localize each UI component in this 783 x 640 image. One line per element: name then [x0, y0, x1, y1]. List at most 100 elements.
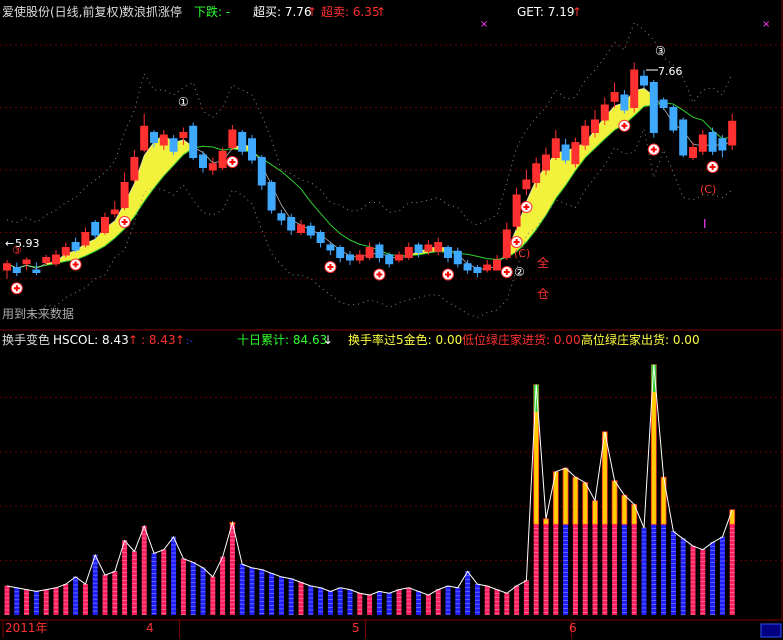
- turnover-bar: [298, 582, 304, 615]
- candle-body: [600, 104, 609, 121]
- turnover-bar: [484, 585, 490, 615]
- turnover-bar: [141, 525, 147, 615]
- turnover-bar: [278, 576, 284, 615]
- turnover-bar-base: [582, 524, 588, 615]
- turnover-bar: [680, 538, 686, 616]
- candle: [218, 147, 227, 170]
- candle-body: [365, 247, 374, 258]
- position-label: 仓: [537, 287, 549, 301]
- full-position-label: 全: [537, 255, 549, 270]
- turnover-bar-base: [504, 593, 510, 615]
- buy-marker: [373, 268, 386, 281]
- candle-body: [630, 69, 639, 108]
- turnover-bar: [621, 494, 628, 615]
- month-label-may: 5: [352, 621, 360, 635]
- sell-label: 超卖: 6.35: [321, 4, 380, 19]
- year-label: 2011年: [5, 621, 48, 635]
- turnover-bar-base: [641, 527, 647, 615]
- candle-body: [52, 254, 60, 265]
- turnover-bar: [386, 592, 392, 615]
- down-label: 下跌: -: [194, 4, 230, 19]
- candle-body: [355, 254, 364, 261]
- turnover-bar: [92, 554, 98, 615]
- candle: [189, 122, 198, 160]
- lower-indicator-name: 换手变色: [2, 332, 50, 347]
- get-label: GET: 7.19: [517, 5, 574, 19]
- turnover-bar: [190, 562, 196, 615]
- up-arrow-icon: ↑: [175, 333, 185, 347]
- turnover-bar-base: [543, 524, 549, 615]
- turnover-bar-base: [602, 524, 608, 615]
- candle-body: [385, 254, 394, 265]
- turnover-bar-base: [700, 549, 706, 615]
- candle-body: [620, 94, 629, 111]
- cross-marker-icon: ×: [762, 19, 770, 30]
- candle-body: [395, 254, 403, 261]
- candle-body: [287, 217, 296, 231]
- turnover-bar: [102, 574, 108, 615]
- candle-body: [71, 242, 80, 251]
- candle-body: [375, 244, 384, 258]
- turnover-bar: [435, 589, 441, 615]
- turnover-bar-base: [367, 595, 373, 615]
- turnover-bar: [523, 580, 529, 615]
- turnover-bar: [269, 572, 275, 615]
- turnover-bar: [249, 567, 255, 615]
- turnover-bar: [719, 536, 725, 615]
- scroll-button[interactable]: [760, 623, 782, 638]
- turnover-bar-base: [171, 537, 177, 615]
- turnover-bar: [700, 549, 706, 615]
- candle: [248, 135, 256, 164]
- low-price-arrow-icon: ←: [5, 237, 14, 250]
- turnover-bar-base: [82, 584, 88, 615]
- turnover-bar: [650, 364, 657, 615]
- buy-marker: [500, 266, 513, 278]
- turnover-bar: [474, 583, 480, 615]
- turnover-bar-base: [445, 585, 451, 615]
- turnover-bar-gold: [543, 518, 549, 525]
- buy-marker: [118, 216, 131, 228]
- candle-body: [718, 138, 727, 151]
- turnover-bar-gold: [621, 494, 628, 525]
- over5-label: 换手率过5金色: 0.00: [348, 332, 462, 347]
- turnover-bar: [582, 482, 589, 615]
- candle-body: [532, 163, 541, 183]
- turnover-bar-gold: [729, 509, 736, 525]
- candle-body: [551, 138, 560, 158]
- wave-circle-2: ②: [514, 265, 525, 279]
- candle-body: [728, 120, 737, 146]
- candle-body: [316, 232, 325, 243]
- buy-marker: [226, 156, 239, 168]
- turnover-bar-gold: [592, 500, 598, 525]
- turnover-bar-gold: [562, 467, 569, 525]
- turnover-bar: [416, 591, 422, 615]
- turnover-bar-gold: [572, 476, 579, 525]
- candle-body: [698, 134, 707, 152]
- candle-body: [306, 225, 315, 236]
- wave-circle-3: ③: [655, 44, 666, 58]
- turnover-bar: [122, 540, 128, 615]
- turnover-bar-base: [122, 540, 128, 615]
- candle-body: [483, 264, 492, 271]
- turnover-bar-base: [112, 571, 118, 615]
- turnover-bar: [112, 571, 118, 615]
- hscol-value-2: : 8.43: [141, 333, 176, 347]
- candle-body: [493, 259, 501, 271]
- turnover-bar-base: [514, 585, 520, 615]
- turnover-bar-base: [92, 555, 98, 615]
- turnover-bar: [161, 549, 167, 615]
- i-marker-label: I: [703, 217, 707, 231]
- turnover-bar: [14, 587, 20, 615]
- turnover-bar-base: [690, 546, 696, 615]
- turnover-bar: [327, 591, 333, 615]
- buy-marker: [69, 258, 82, 271]
- candle-body: [473, 267, 482, 273]
- candle-body: [679, 119, 688, 156]
- hscol-value: HSCOL: 8.43: [53, 333, 129, 347]
- buy-marker: [10, 282, 23, 295]
- turnover-bar: [504, 592, 510, 615]
- turnover-bar: [406, 587, 412, 615]
- buy-marker: [520, 201, 533, 213]
- cross-marker-icon: ×: [480, 19, 488, 30]
- turnover-bar-gold: [611, 480, 618, 525]
